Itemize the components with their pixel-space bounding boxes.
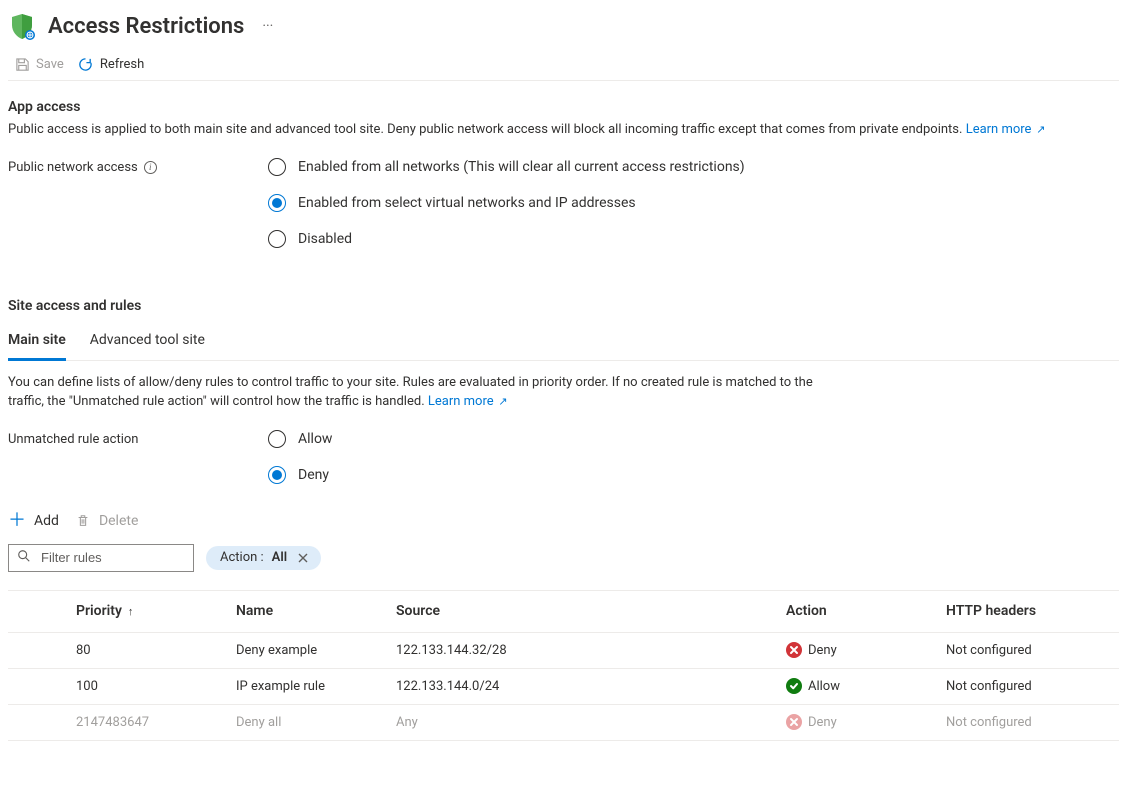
external-link-icon: ↗ bbox=[1033, 123, 1045, 136]
public-network-access-label: Public network access i bbox=[8, 158, 268, 175]
deny-icon bbox=[786, 642, 802, 658]
cell-name: Deny all bbox=[232, 709, 392, 736]
filter-chip-action[interactable]: Action : All bbox=[206, 546, 321, 570]
cell-http: Not configured bbox=[942, 637, 1119, 664]
radio-label: Allow bbox=[298, 431, 332, 447]
close-icon[interactable] bbox=[295, 550, 311, 566]
col-source[interactable]: Source bbox=[392, 597, 782, 625]
cell-source: 122.133.144.32/28 bbox=[392, 637, 782, 664]
cell-priority: 100 bbox=[72, 673, 232, 700]
shield-icon bbox=[8, 12, 36, 40]
radio-unmatched-allow[interactable]: Allow bbox=[268, 430, 332, 448]
cell-http: Not configured bbox=[942, 709, 1119, 736]
refresh-icon bbox=[78, 56, 94, 72]
filter-rules-box[interactable] bbox=[8, 544, 194, 572]
rules-table: Priority ↑ Name Source Action HTTP heade… bbox=[8, 590, 1119, 741]
radio-icon bbox=[268, 194, 286, 212]
radio-icon bbox=[268, 230, 286, 248]
site-tabs: Main site Advanced tool site bbox=[8, 324, 1119, 361]
cell-name: Deny example bbox=[232, 637, 392, 664]
save-label: Save bbox=[36, 57, 64, 72]
radio-icon bbox=[268, 158, 286, 176]
save-icon bbox=[14, 56, 30, 72]
table-row: 2147483647Deny allAnyDenyNot configured bbox=[8, 705, 1119, 741]
check-icon bbox=[786, 678, 802, 694]
app-access-title: App access bbox=[8, 99, 1119, 115]
app-access-desc-text: Public access is applied to both main si… bbox=[8, 122, 962, 137]
col-name[interactable]: Name bbox=[232, 597, 392, 625]
radio-label: Disabled bbox=[298, 231, 352, 247]
radio-label: Enabled from all networks (This will cle… bbox=[298, 159, 745, 175]
col-priority[interactable]: Priority ↑ bbox=[72, 597, 232, 625]
add-button[interactable]: ＋ Add bbox=[8, 512, 59, 530]
cell-action: Deny bbox=[782, 708, 942, 736]
col-http[interactable]: HTTP headers bbox=[942, 597, 1119, 625]
refresh-button[interactable]: Refresh bbox=[78, 56, 144, 72]
radio-label: Enabled from select virtual networks and… bbox=[298, 195, 636, 211]
table-row[interactable]: 80Deny example122.133.144.32/28DenyNot c… bbox=[8, 633, 1119, 669]
radio-enabled-all[interactable]: Enabled from all networks (This will cle… bbox=[268, 158, 745, 176]
cell-priority: 80 bbox=[72, 637, 232, 664]
delete-button: Delete bbox=[75, 513, 138, 529]
site-access-desc: You can define lists of allow/deny rules… bbox=[8, 373, 828, 412]
save-button: Save bbox=[14, 56, 64, 72]
refresh-label: Refresh bbox=[100, 57, 144, 72]
cell-action: Allow bbox=[782, 672, 942, 700]
more-menu[interactable]: ··· bbox=[256, 18, 279, 34]
tab-advanced-tool-site[interactable]: Advanced tool site bbox=[90, 324, 205, 361]
filter-rules-input[interactable] bbox=[39, 549, 185, 566]
unmatched-rule-action-label: Unmatched rule action bbox=[8, 430, 268, 447]
deny-icon bbox=[786, 714, 802, 730]
cell-name: IP example rule bbox=[232, 673, 392, 700]
cell-source: 122.133.144.0/24 bbox=[392, 673, 782, 700]
learn-more-link-app[interactable]: Learn more ↗ bbox=[966, 122, 1046, 137]
radio-icon bbox=[268, 466, 286, 484]
page-title: Access Restrictions bbox=[48, 14, 244, 39]
page-header: Access Restrictions ··· bbox=[8, 8, 1119, 48]
radio-icon bbox=[268, 430, 286, 448]
cell-http: Not configured bbox=[942, 673, 1119, 700]
radio-label: Deny bbox=[298, 467, 329, 483]
cell-action: Deny bbox=[782, 636, 942, 664]
col-action[interactable]: Action bbox=[782, 597, 942, 625]
external-link-icon: ↗ bbox=[496, 395, 508, 408]
plus-icon: ＋ bbox=[8, 512, 26, 530]
sort-asc-icon: ↑ bbox=[128, 605, 134, 618]
cell-priority: 2147483647 bbox=[72, 709, 232, 736]
radio-disabled[interactable]: Disabled bbox=[268, 230, 745, 248]
radio-enabled-select[interactable]: Enabled from select virtual networks and… bbox=[268, 194, 745, 212]
cell-source: Any bbox=[392, 709, 782, 736]
command-bar: Save Refresh bbox=[8, 48, 1119, 81]
site-access-title: Site access and rules bbox=[8, 298, 1119, 314]
info-icon[interactable]: i bbox=[144, 161, 157, 174]
table-header: Priority ↑ Name Source Action HTTP heade… bbox=[8, 591, 1119, 633]
table-row[interactable]: 100IP example rule122.133.144.0/24AllowN… bbox=[8, 669, 1119, 705]
search-icon bbox=[17, 549, 31, 567]
radio-unmatched-deny[interactable]: Deny bbox=[268, 466, 332, 484]
tab-main-site[interactable]: Main site bbox=[8, 324, 66, 361]
trash-icon bbox=[75, 513, 91, 529]
learn-more-link-site[interactable]: Learn more ↗ bbox=[428, 394, 508, 409]
app-access-desc: Public access is applied to both main si… bbox=[8, 121, 1119, 140]
